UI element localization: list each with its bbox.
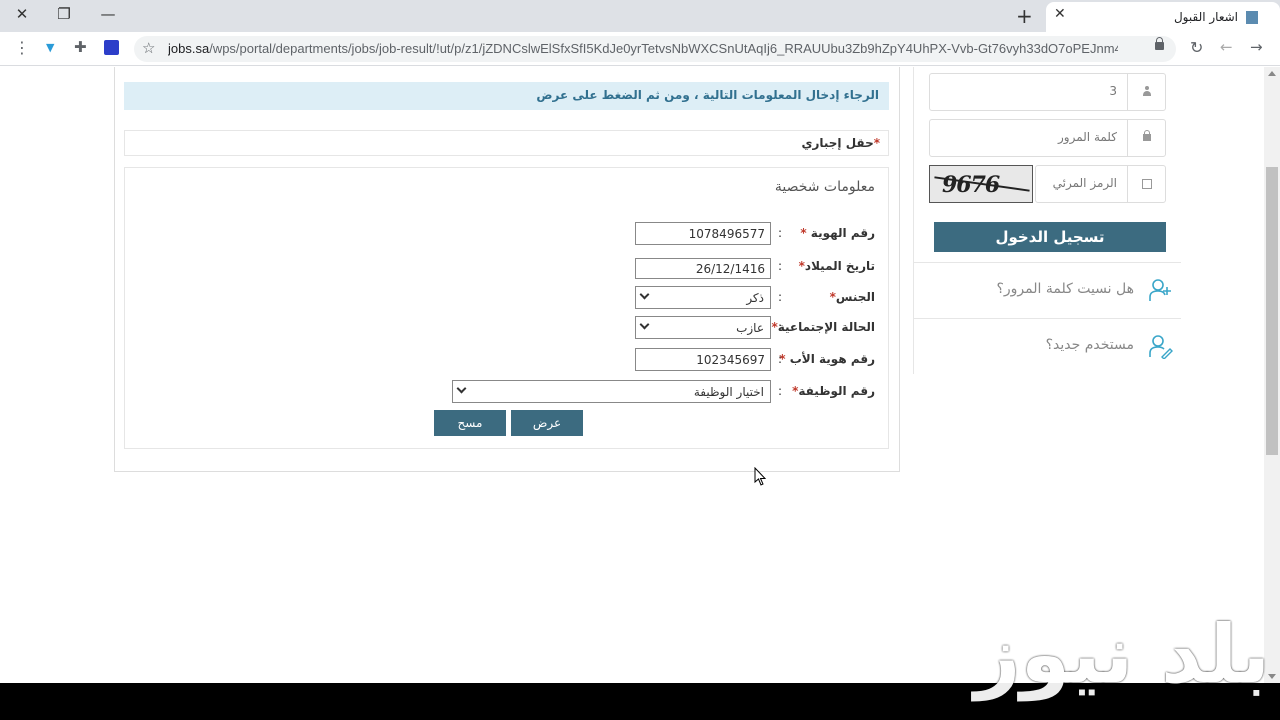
forgot-password-text: هل نسيت كلمة المرور؟ bbox=[996, 281, 1134, 297]
extension-icon[interactable]: ▼ bbox=[46, 41, 54, 54]
image-icon bbox=[1142, 179, 1152, 189]
ext-badge-icon[interactable] bbox=[104, 40, 119, 55]
show-button[interactable]: عرض bbox=[511, 410, 583, 436]
clear-button[interactable]: مسح bbox=[434, 410, 506, 436]
password-field[interactable]: كلمة المرور bbox=[929, 119, 1166, 157]
gender-label: الجنس* bbox=[829, 290, 875, 304]
colon: : bbox=[778, 226, 783, 240]
user-icon bbox=[1143, 86, 1151, 96]
vertical-scrollbar[interactable] bbox=[1264, 67, 1280, 683]
minimize-window-icon[interactable]: — bbox=[86, 0, 130, 30]
tab-close-icon[interactable]: ✕ bbox=[1054, 6, 1066, 22]
colon: : bbox=[778, 259, 783, 273]
id-number-label: رقم الهوية * bbox=[800, 226, 875, 240]
puzzle-extensions-icon[interactable]: ✚ bbox=[74, 38, 87, 56]
colon: : bbox=[778, 290, 783, 304]
url-text[interactable]: jobs.sa/wps/portal/departments/jobs/job-… bbox=[168, 41, 1118, 56]
bookmark-star-icon[interactable]: ☆ bbox=[142, 39, 155, 57]
captcha-placeholder: الرمز المرئي bbox=[1052, 176, 1117, 190]
new-tab-button[interactable]: + bbox=[1016, 4, 1033, 28]
gender-select[interactable]: ذكر bbox=[635, 286, 771, 309]
lock-icon bbox=[1143, 130, 1151, 141]
mouse-cursor-icon bbox=[754, 467, 767, 486]
chevron-down-icon bbox=[456, 383, 467, 394]
father-id-input[interactable] bbox=[635, 348, 771, 371]
login-button[interactable]: تسجيل الدخول bbox=[934, 222, 1166, 252]
personal-info-form: معلومات شخصية رقم الهوية * : تاريخ الميل… bbox=[124, 167, 889, 449]
marital-status-label: الحالة الإجتماعية* bbox=[771, 320, 875, 334]
tab-favicon-icon bbox=[1246, 11, 1258, 24]
father-id-label: رقم هوية الأب * bbox=[779, 352, 875, 366]
birth-date-label: تاريخ الميلاد* bbox=[798, 259, 875, 273]
chevron-down-icon bbox=[639, 319, 650, 330]
restore-window-icon[interactable]: ❐ bbox=[42, 0, 86, 30]
forward-icon[interactable]: ← bbox=[1220, 38, 1233, 56]
gender-value: ذكر bbox=[746, 291, 764, 305]
forgot-password-link[interactable]: هل نسيت كلمة المرور؟ bbox=[914, 262, 1181, 318]
more-menu-icon[interactable]: ⋮ bbox=[14, 38, 30, 57]
tab-title: اشعار القبول bbox=[1173, 10, 1238, 24]
info-message: الرجاء إدخال المعلومات التالية ، ومن ثم … bbox=[536, 88, 879, 102]
user-edit-icon bbox=[1149, 335, 1173, 359]
back-icon[interactable]: → bbox=[1250, 38, 1263, 56]
user-icon-box bbox=[1127, 74, 1165, 110]
birth-date-input[interactable] bbox=[635, 258, 771, 279]
captcha-field[interactable]: الرمز المرئي bbox=[1035, 165, 1166, 203]
tab-bar: ✕ ❐ — + ✕ اشعار القبول bbox=[0, 0, 1280, 32]
id-number-input[interactable] bbox=[635, 222, 771, 245]
address-bar[interactable]: ☆ jobs.sa/wps/portal/departments/jobs/jo… bbox=[134, 36, 1176, 62]
job-number-label: رقم الوظيفة* bbox=[792, 384, 875, 398]
reload-icon[interactable]: ↻ bbox=[1190, 38, 1203, 57]
new-user-text: مستخدم جديد؟ bbox=[1045, 337, 1134, 353]
new-user-link[interactable]: مستخدم جديد؟ bbox=[914, 318, 1181, 374]
scroll-up-icon[interactable] bbox=[1268, 71, 1276, 76]
tab-active[interactable]: ✕ اشعار القبول bbox=[1046, 2, 1280, 32]
image-icon-box bbox=[1127, 166, 1165, 202]
scrollbar-thumb[interactable] bbox=[1266, 167, 1278, 455]
username-value: 3 bbox=[1109, 84, 1117, 98]
close-window-icon[interactable]: ✕ bbox=[0, 0, 44, 30]
colon: : bbox=[778, 384, 783, 398]
marital-status-select[interactable]: عازب bbox=[635, 316, 771, 339]
chevron-down-icon bbox=[639, 289, 650, 300]
browser-toolbar: ⋮ ▼ ✚ ☆ jobs.sa/wps/portal/departments/j… bbox=[0, 32, 1280, 66]
watermark-logo: بلد نيوز bbox=[974, 608, 1270, 701]
required-note-bar: *حقل إجباري bbox=[124, 130, 889, 156]
colon: : bbox=[778, 352, 783, 366]
captcha-image: 9676 bbox=[929, 165, 1033, 203]
password-placeholder: كلمة المرور bbox=[1057, 130, 1117, 144]
user-add-icon bbox=[1149, 279, 1171, 301]
marital-status-value: عازب bbox=[736, 321, 764, 335]
info-alert: الرجاء إدخال المعلومات التالية ، ومن ثم … bbox=[124, 82, 889, 110]
page-content: الرجاء إدخال المعلومات التالية ، ومن ثم … bbox=[0, 67, 1264, 683]
job-number-select[interactable]: اختيار الوظيفة bbox=[452, 380, 771, 403]
username-field[interactable]: 3 bbox=[929, 73, 1166, 111]
browser-window: ✕ ❐ — + ✕ اشعار القبول ⋮ ▼ ✚ ☆ jobs.sa/w… bbox=[0, 0, 1280, 683]
required-note: *حقل إجباري bbox=[801, 136, 880, 150]
job-number-value: اختيار الوظيفة bbox=[693, 385, 764, 399]
lock-icon[interactable] bbox=[1155, 37, 1164, 50]
colon: : bbox=[778, 320, 783, 334]
form-title: معلومات شخصية bbox=[774, 179, 875, 195]
lock-icon-box bbox=[1127, 120, 1165, 156]
login-sidebar: 3 كلمة المرور الرمز المرئي 9676 تسجيل ال… bbox=[913, 67, 1181, 374]
